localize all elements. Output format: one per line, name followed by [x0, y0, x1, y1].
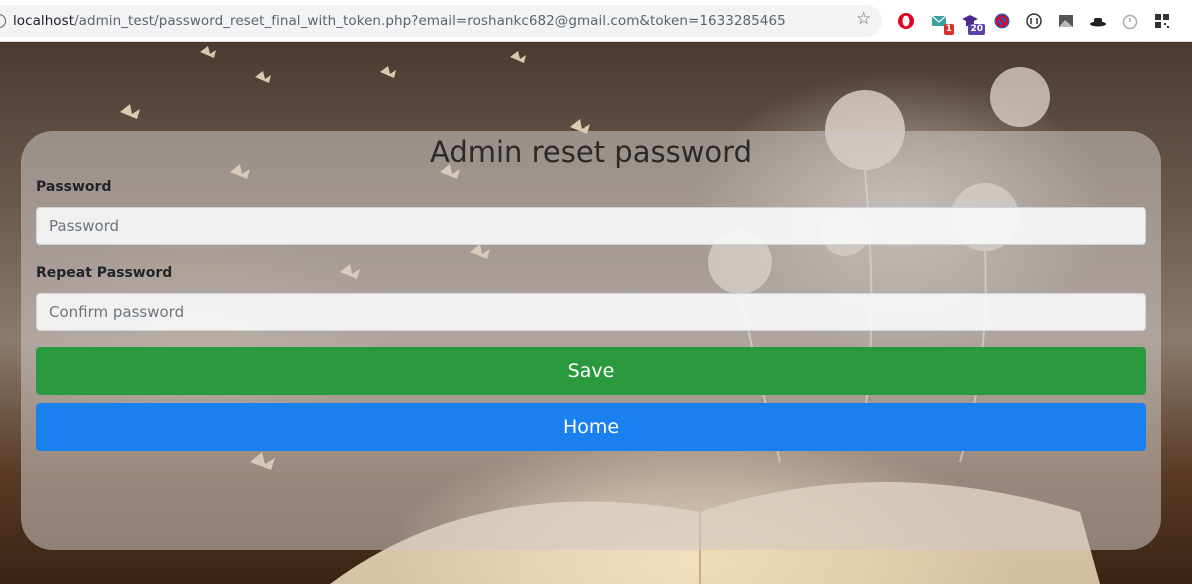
cap-badge: 20	[968, 24, 985, 35]
blocker-icon[interactable]	[993, 12, 1011, 30]
timer-icon[interactable]	[1121, 12, 1139, 30]
home-button[interactable]: Home	[36, 403, 1146, 451]
translate-icon[interactable]	[1025, 12, 1043, 30]
image-icon[interactable]	[1057, 12, 1075, 30]
bookmark-star-icon[interactable]: ☆	[856, 11, 871, 28]
repeat-password-label: Repeat Password	[36, 265, 173, 281]
save-button[interactable]: Save	[36, 347, 1146, 395]
page-title: Admin reset password	[430, 135, 752, 169]
password-label: Password	[36, 179, 112, 195]
mail-checker-icon[interactable]: 1	[930, 12, 954, 35]
url-host: localhost	[13, 13, 75, 29]
hat-icon[interactable]	[1089, 12, 1107, 30]
url-text[interactable]: localhost/admin_test/password_reset_fina…	[13, 13, 786, 29]
mail-badge: 1	[943, 24, 954, 35]
graduation-cap-icon[interactable]: 20	[961, 12, 985, 35]
opera-extension-icon[interactable]	[897, 12, 915, 30]
password-input[interactable]	[36, 207, 1146, 245]
qr-code-icon[interactable]	[1153, 12, 1171, 30]
browser-toolbar: localhost/admin_test/password_reset_fina…	[0, 0, 1192, 42]
url-path: /admin_test/password_reset_final_with_to…	[74, 13, 786, 29]
page-background: Admin reset password Password Repeat Pas…	[0, 42, 1192, 584]
reset-password-card: Admin reset password Password Repeat Pas…	[21, 131, 1161, 550]
confirm-password-input[interactable]	[36, 293, 1146, 331]
